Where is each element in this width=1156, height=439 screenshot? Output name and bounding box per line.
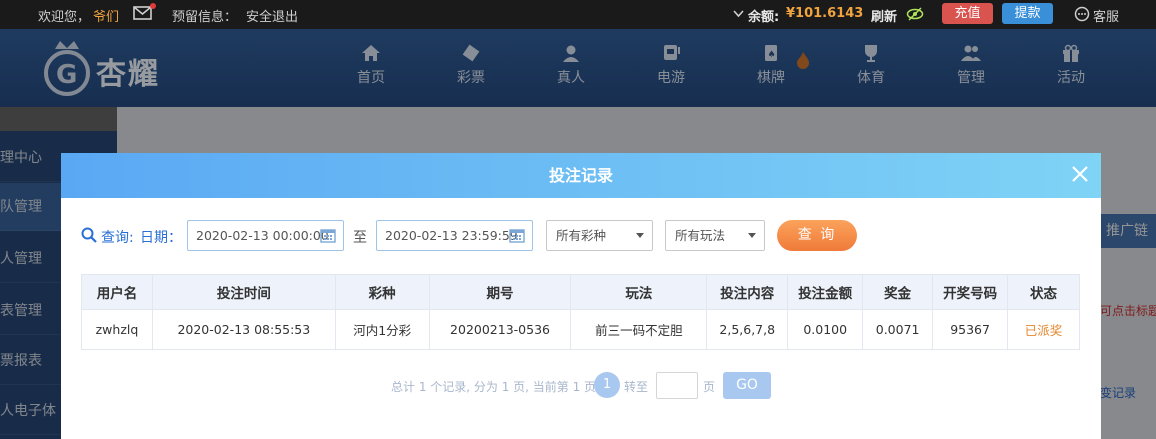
- table-header-row: 用户名 投注时间 彩种 期号 玩法 投注内容 投注金额 奖金 开奖号码 状态: [81, 274, 1080, 310]
- col-header: 彩种: [334, 274, 430, 310]
- cell-username: zwhzlq: [81, 309, 153, 350]
- col-header: 奖金: [862, 274, 934, 310]
- site-header: G 杏耀 首页 彩票 真人 电游 ♠ 棋牌 体育 管理 活动: [0, 29, 1156, 107]
- notification-dot: [150, 3, 156, 9]
- cell-amount: 0.0100: [787, 309, 864, 350]
- to-label: 至: [353, 230, 367, 246]
- balance-label: 余额:: [748, 10, 780, 25]
- goto-label: 转至: [624, 380, 649, 394]
- cell-status: 已派奖: [1007, 309, 1080, 350]
- col-header: 期号: [428, 274, 572, 310]
- cell-bet-time: 2020-02-13 08:55:53: [151, 309, 336, 350]
- page-suffix: 页: [703, 380, 716, 394]
- lottery-type-select[interactable]: 所有彩种: [546, 220, 653, 251]
- play-type-select[interactable]: 所有玩法: [665, 220, 765, 251]
- dropdown-arrow-icon: [748, 233, 756, 238]
- chat-icon[interactable]: [1074, 6, 1090, 22]
- refresh-link[interactable]: 刷新: [871, 6, 897, 25]
- username[interactable]: 爷们: [93, 6, 119, 25]
- col-header: 投注时间: [151, 274, 336, 310]
- col-header: 开奖号码: [932, 274, 1009, 310]
- calendar-icon[interactable]: [320, 227, 336, 243]
- service-link[interactable]: 客服: [1093, 6, 1119, 25]
- cell-play: 前三一码不定胆: [570, 309, 708, 350]
- deposit-button[interactable]: 充值: [942, 3, 993, 24]
- balance-value: ¥101.6143: [786, 6, 864, 21]
- col-header: 状态: [1007, 274, 1080, 310]
- col-header: 用户名: [81, 274, 153, 310]
- goto-page-input[interactable]: [656, 372, 698, 399]
- close-icon[interactable]: [1071, 165, 1089, 183]
- query-button[interactable]: 查 询: [777, 220, 857, 251]
- top-bar: 欢迎您， 爷们 预留信息： 安全退出 余额: ¥101.6143 刷新 充值 提…: [0, 0, 1156, 29]
- eye-hidden-icon[interactable]: [906, 7, 924, 21]
- query-label: 查询:: [101, 230, 134, 246]
- chevron-down-icon[interactable]: [733, 10, 744, 18]
- modal-title: 投注记录: [61, 153, 1101, 198]
- header-overlay: [0, 29, 1156, 107]
- cell-content: 2,5,6,7,8: [706, 309, 789, 350]
- col-header: 投注金额: [787, 274, 864, 310]
- bet-records-table: 用户名 投注时间 彩种 期号 玩法 投注内容 投注金额 奖金 开奖号码 状态 z…: [81, 274, 1080, 350]
- dropdown-arrow-icon: [636, 233, 644, 238]
- table-row[interactable]: zwhzlq 2020-02-13 08:55:53 河内1分彩 2020021…: [81, 309, 1080, 350]
- select-value: 所有玩法: [675, 228, 726, 243]
- pager-summary: 总计 1 个记录, 分为 1 页, 当前第 1 页: [391, 380, 597, 394]
- search-icon: [81, 227, 97, 243]
- cell-prize: 0.0071: [862, 309, 934, 350]
- cell-draw-number: 95367: [932, 309, 1009, 350]
- logout-link[interactable]: 安全退出: [246, 6, 298, 25]
- date-label: 日期：: [140, 230, 182, 246]
- bet-records-modal: 投注记录 查询: 日期： 2020-02-13 00:00:00 至 2020-…: [61, 153, 1101, 439]
- cell-lottery: 河内1分彩: [334, 309, 430, 350]
- go-button[interactable]: GO: [723, 372, 771, 399]
- col-header: 投注内容: [706, 274, 789, 310]
- cell-issue: 20200213-0536: [428, 309, 572, 350]
- select-value: 所有彩种: [556, 228, 607, 243]
- withdraw-button[interactable]: 提款: [1002, 3, 1053, 24]
- welcome-text: 欢迎您，: [38, 10, 91, 25]
- calendar-icon[interactable]: [509, 227, 525, 243]
- page-number-current[interactable]: 1: [594, 372, 620, 398]
- preview-label: 预留信息：: [172, 10, 238, 25]
- col-header: 玩法: [570, 274, 708, 310]
